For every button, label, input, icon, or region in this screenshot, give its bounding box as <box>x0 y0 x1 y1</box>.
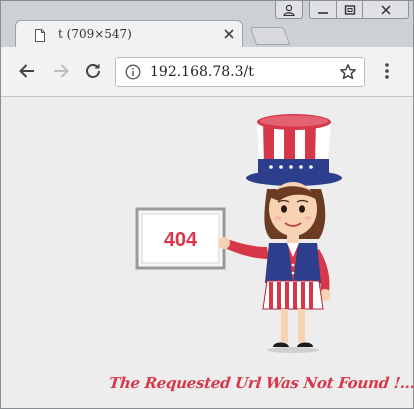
minimize-button[interactable] <box>309 1 337 19</box>
more-vertical-icon <box>385 63 389 79</box>
arrow-right-icon <box>54 64 69 78</box>
star-icon[interactable] <box>339 63 357 81</box>
close-window-button[interactable] <box>363 1 409 19</box>
reload-icon <box>86 63 100 78</box>
user-profile-button[interactable] <box>275 1 303 19</box>
not-found-message: The Requested Url Was Not Found !... <box>108 374 413 392</box>
tab-strip: t (709×547) <box>1 1 413 48</box>
user-icon <box>283 4 295 16</box>
close-icon[interactable] <box>222 27 236 41</box>
striped-skirt <box>262 280 324 310</box>
address-bar[interactable]: 192.168.78.3/t <box>115 57 365 87</box>
back-button[interactable] <box>15 59 39 83</box>
new-tab-button[interactable] <box>249 27 291 45</box>
reload-button[interactable] <box>81 59 105 83</box>
uncle-sam-girl-illustration: 404 <box>135 114 342 353</box>
active-tab[interactable]: t (709×547) <box>15 20 243 48</box>
arrow-left-icon <box>19 64 34 78</box>
minimize-icon <box>318 11 328 14</box>
window-controls <box>275 1 409 21</box>
page-content: 404 The Requested Url Was Not Found !... <box>1 97 413 408</box>
browser-window: t (709×547) 192.168.78.3/t 404 The Reque… <box>0 0 414 409</box>
tab-title: t (709×547) <box>58 27 132 41</box>
uncle-sam-hat <box>246 114 342 186</box>
character-body <box>265 243 321 283</box>
url-text[interactable]: 192.168.78.3/t <box>150 64 254 80</box>
maximize-button[interactable] <box>337 1 363 19</box>
maximize-icon <box>344 4 355 15</box>
404-sign: 404 <box>135 207 226 270</box>
close-window-icon <box>380 4 391 15</box>
info-icon[interactable] <box>125 64 141 80</box>
forward-button[interactable] <box>49 59 73 83</box>
404-sign-text: 404 <box>164 229 198 251</box>
document-icon <box>35 29 45 42</box>
browser-menu-button[interactable] <box>377 59 397 83</box>
browser-toolbar: 192.168.78.3/t <box>1 47 413 97</box>
